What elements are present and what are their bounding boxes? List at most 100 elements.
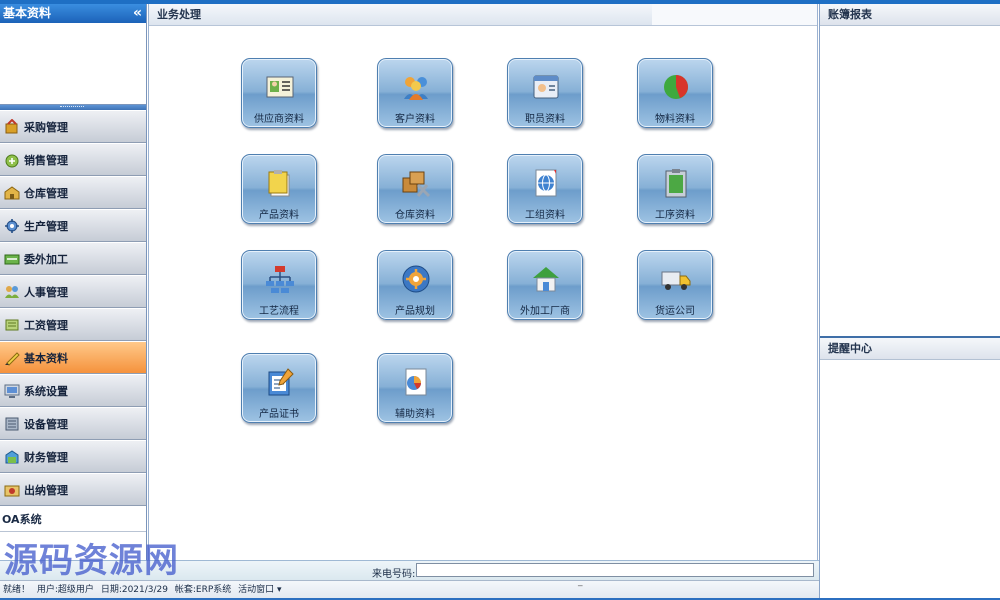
warehouse-tools-icon xyxy=(402,171,431,198)
tile-label: 职员资料 xyxy=(525,114,565,125)
ledger-reports-header: 账簿报表 xyxy=(820,4,1000,26)
sidebar: 基本资料 « 采购管理 销售管理 仓库管理 生产管理 委外加工 人事管理 工资管… xyxy=(0,4,147,560)
sidebar-item-label: 基本资料 xyxy=(24,351,68,365)
ledger-reports-title: 账簿报表 xyxy=(828,8,872,21)
reminder-center-body xyxy=(820,360,1000,598)
status-user: 用户:超级用户 xyxy=(36,585,94,595)
tile-customers[interactable]: 客户资料 xyxy=(377,58,453,128)
status-bar: 就绪！ 用户:超级用户 日期:2021/3/29 帐套:ERP系统 活动窗口 ▾… xyxy=(0,580,819,600)
sidebar-item-label: 财务管理 xyxy=(24,450,68,464)
sidebar-item-production[interactable]: 生产管理 xyxy=(0,209,146,242)
sidebar-title: 基本资料 xyxy=(3,6,52,20)
reminder-center-header: 提醒中心 xyxy=(820,338,1000,360)
sales-icon xyxy=(5,154,19,167)
status-ready: 就绪！ xyxy=(3,585,31,595)
tile-processes[interactable]: 工序资料 xyxy=(637,154,713,224)
tile-warehouse[interactable]: 仓库资料 xyxy=(377,154,453,224)
system-settings-icon xyxy=(4,384,20,398)
cashier-icon xyxy=(4,485,20,496)
status-account-set: 帐套:ERP系统 xyxy=(174,585,232,595)
sidebar-item-basic-data[interactable]: 基本资料 xyxy=(0,341,146,374)
tile-label: 外加工厂商 xyxy=(520,306,570,317)
right-panel: 账簿报表 提醒中心 xyxy=(819,4,1000,600)
sidebar-item-label: 系统设置 xyxy=(24,384,68,398)
basic-data-icon xyxy=(5,351,20,366)
watermark: 源码资源网 xyxy=(4,541,179,581)
sidebar-item-label: 人事管理 xyxy=(24,285,68,299)
tile-label: 工组资料 xyxy=(525,210,565,221)
main-header: 业务处理 xyxy=(149,4,817,26)
tile-auxiliary-data[interactable]: 辅助资料 xyxy=(377,353,453,423)
tile-label: 辅助资料 xyxy=(395,409,435,420)
tile-product-certificates[interactable]: 产品证书 xyxy=(241,353,317,423)
sidebar-item-payroll[interactable]: 工资管理 xyxy=(0,308,146,341)
tile-label: 仓库资料 xyxy=(395,210,435,221)
tile-label: 客户资料 xyxy=(395,114,435,125)
tile-label: 物料资料 xyxy=(655,114,695,125)
sidebar-item-personnel[interactable]: 人事管理 xyxy=(0,275,146,308)
truck-icon xyxy=(661,271,691,290)
product-folder-icon xyxy=(268,170,290,197)
planning-gear-icon xyxy=(402,265,430,293)
sidebar-item-label: 出纳管理 xyxy=(24,483,68,497)
sidebar-item-equipment[interactable]: 设备管理 xyxy=(0,407,146,440)
process-clipboard-icon xyxy=(665,169,687,198)
sidebar-item-label: 工资管理 xyxy=(24,318,68,332)
tile-label: 产品资料 xyxy=(259,210,299,221)
material-pie-icon xyxy=(664,75,688,99)
sidebar-item-label: 生产管理 xyxy=(24,219,68,233)
tile-product-planning[interactable]: 产品规划 xyxy=(377,250,453,320)
caller-id-input[interactable] xyxy=(416,563,814,577)
main-panel: 业务处理 供应商资料 客户资料 职员资料 物料资料 产品资料 仓库资料 工组资料… xyxy=(148,4,818,560)
outsourcing-icon xyxy=(4,254,20,264)
sidebar-menu: 采购管理 销售管理 仓库管理 生产管理 委外加工 人事管理 工资管理 基本资料 xyxy=(0,110,146,506)
workgroup-globe-icon xyxy=(535,169,557,197)
status-date: 日期:2021/3/29 xyxy=(100,585,168,595)
tile-label: 产品规划 xyxy=(395,306,435,317)
tile-external-processors[interactable]: 外加工厂商 xyxy=(507,250,583,320)
auxiliary-chart-icon xyxy=(405,368,427,396)
sidebar-item-label: 委外加工 xyxy=(24,252,68,266)
sidebar-item-label: 设备管理 xyxy=(24,417,68,431)
warehouse-icon xyxy=(4,185,20,199)
sidebar-item-outsourcing[interactable]: 委外加工 xyxy=(0,242,146,275)
tile-supplier[interactable]: 供应商资料 xyxy=(241,58,317,128)
sidebar-header: 基本资料 « xyxy=(0,4,146,23)
sidebar-splitter[interactable] xyxy=(0,105,146,110)
tile-label: 产品证书 xyxy=(259,409,299,420)
sidebar-item-label: 销售管理 xyxy=(24,153,68,167)
collapse-icon[interactable]: « xyxy=(133,4,142,23)
active-window-menu[interactable]: 活动窗口 ▾ xyxy=(238,585,281,595)
ledger-reports-body xyxy=(820,26,1000,338)
tile-materials[interactable]: 物料资料 xyxy=(637,58,713,128)
tile-products[interactable]: 产品资料 xyxy=(241,154,317,224)
employee-card-icon xyxy=(533,75,559,99)
sidebar-item-label: 采购管理 xyxy=(24,120,68,134)
customers-icon xyxy=(404,77,428,100)
caller-id-label: 来电号码: xyxy=(372,569,416,580)
sidebar-item-sales[interactable]: 销售管理 xyxy=(0,143,146,176)
equipment-icon xyxy=(5,417,19,430)
main-title: 业务处理 xyxy=(157,8,201,21)
tile-workgroups[interactable]: 工组资料 xyxy=(507,154,583,224)
sidebar-item-system-settings[interactable]: 系统设置 xyxy=(0,374,146,407)
supplier-card-icon xyxy=(266,76,294,98)
sidebar-item-finance[interactable]: 财务管理 xyxy=(0,440,146,473)
tile-employees[interactable]: 职员资料 xyxy=(507,58,583,128)
sidebar-blank-area xyxy=(0,23,146,105)
certificate-icon xyxy=(268,368,294,396)
personnel-icon xyxy=(5,285,19,298)
tile-label: 供应商资料 xyxy=(254,114,304,125)
tile-process-flow[interactable]: 工艺流程 xyxy=(241,250,317,320)
sidebar-item-cashier[interactable]: 出纳管理 xyxy=(0,473,146,506)
factory-house-icon xyxy=(533,267,559,292)
tile-label: 货运公司 xyxy=(655,306,695,317)
payroll-icon xyxy=(5,319,19,330)
sidebar-item-warehouse[interactable]: 仓库管理 xyxy=(0,176,146,209)
sidebar-item-purchase[interactable]: 采购管理 xyxy=(0,110,146,143)
tile-freight-companies[interactable]: 货运公司 xyxy=(637,250,713,320)
sidebar-item-oa[interactable]: OA系统 xyxy=(0,506,146,532)
finance-icon xyxy=(5,449,19,463)
tile-label: 工序资料 xyxy=(655,210,695,221)
purchase-icon xyxy=(5,118,18,133)
